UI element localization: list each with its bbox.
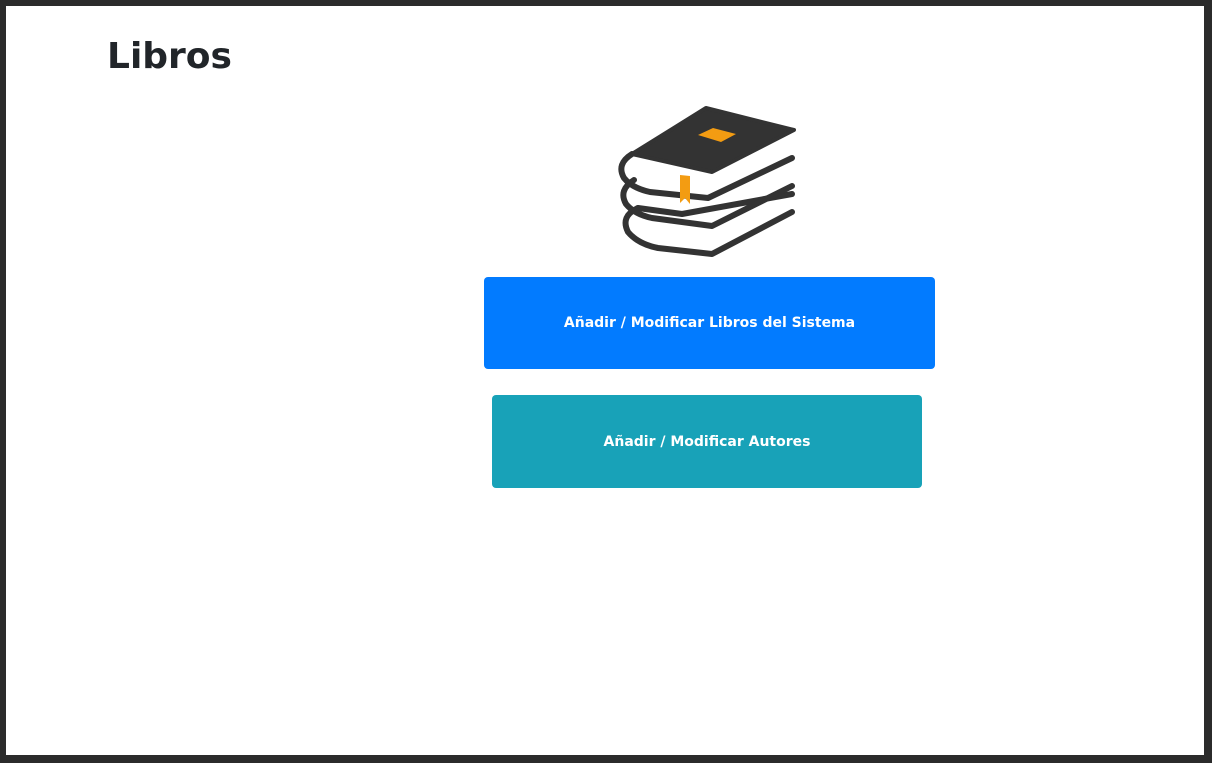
window-frame: [0, 0, 1212, 763]
manage-authors-button[interactable]: Añadir / Modificar Autores: [492, 395, 922, 488]
books-stack-icon: [612, 104, 800, 262]
page-title: Libros: [107, 36, 232, 77]
manage-books-button[interactable]: Añadir / Modificar Libros del Sistema: [484, 277, 935, 369]
